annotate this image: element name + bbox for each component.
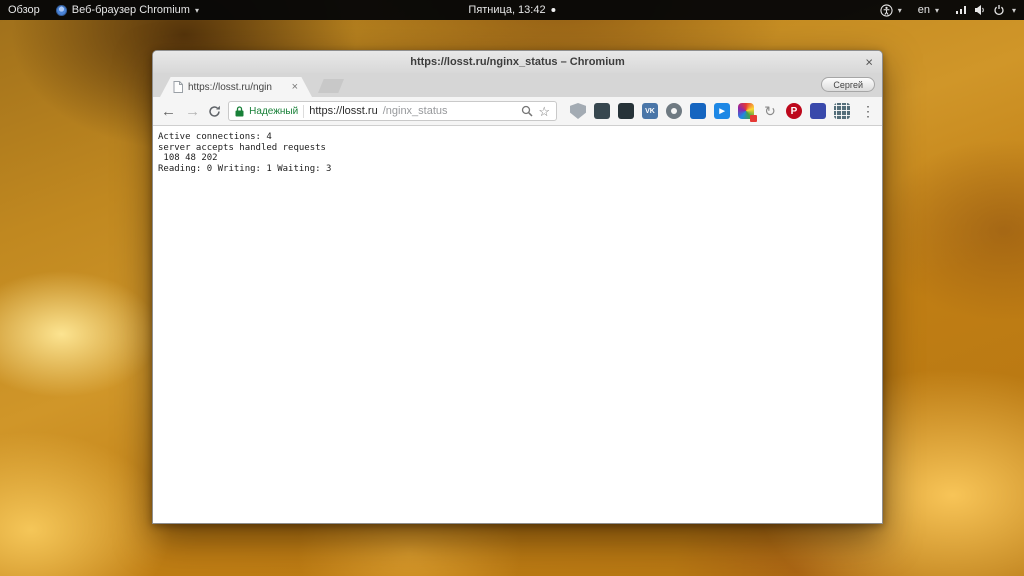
pinterest-extension-icon[interactable]: P xyxy=(786,103,802,119)
page-favicon-icon xyxy=(173,81,183,93)
magnifier-icon[interactable] xyxy=(521,105,533,117)
colorful-extension-icon[interactable] xyxy=(738,103,754,119)
extensions-area: VK ▶ ↻ P xyxy=(570,103,850,119)
forward-button[interactable]: → xyxy=(184,104,201,119)
url-path: /nginx_status xyxy=(383,105,448,117)
app-menu-label: Веб-браузер Chromium xyxy=(72,4,190,16)
power-icon xyxy=(993,4,1005,16)
chromium-app-icon xyxy=(56,5,67,16)
back-button[interactable]: ← xyxy=(160,104,177,119)
new-tab-button[interactable] xyxy=(318,79,344,93)
chevron-down-icon: ▾ xyxy=(898,6,902,15)
translate-extension-icon[interactable]: ▶ xyxy=(714,103,730,119)
browser-tab[interactable]: https://losst.ru/ngin × xyxy=(160,77,312,97)
network-icon xyxy=(955,4,967,16)
reload-icon xyxy=(208,105,221,118)
dark-square-extension-icon[interactable] xyxy=(618,103,634,119)
gear-extension-icon[interactable] xyxy=(666,103,682,119)
nginx-status-text: Active connections: 4 server accepts han… xyxy=(158,132,882,174)
sync-extension-icon[interactable]: ↻ xyxy=(762,103,778,119)
browser-toolbar: ← → Надежный https://losst.ru /nginx_sta… xyxy=(153,97,882,126)
tab-strip: https://losst.ru/ngin × Сергей xyxy=(153,73,882,97)
profile-button[interactable]: Сергей xyxy=(821,77,875,92)
window-title: https://losst.ru/nginx_status – Chromium xyxy=(410,56,625,68)
activities-button[interactable]: Обзор xyxy=(8,0,40,20)
activities-label: Обзор xyxy=(8,4,40,16)
topbar-left: Обзор Веб-браузер Chromium ▾ xyxy=(8,0,199,20)
secure-lock-icon xyxy=(235,106,244,117)
secure-label[interactable]: Надежный xyxy=(249,106,298,117)
vk-extension-icon[interactable]: VK xyxy=(642,103,658,119)
volume-icon xyxy=(974,4,986,16)
keyboard-layout-label: en xyxy=(918,4,930,16)
grid-extension-icon[interactable] xyxy=(834,103,850,119)
topbar-right: ▾ en ▾ ▾ xyxy=(880,0,1016,20)
chevron-down-icon: ▾ xyxy=(1012,6,1016,15)
indigo-extension-icon[interactable] xyxy=(810,103,826,119)
browser-window: https://losst.ru/nginx_status – Chromium… xyxy=(152,50,883,524)
colorful-extension-icon-badge xyxy=(750,115,757,122)
accessibility-icon xyxy=(880,4,893,17)
system-menu-button[interactable]: ▾ xyxy=(955,0,1016,20)
chevron-down-icon: ▾ xyxy=(935,6,939,15)
shield-extension-icon[interactable] xyxy=(570,103,586,119)
page-content: Active connections: 4 server accepts han… xyxy=(153,126,882,523)
tab-close-button[interactable]: × xyxy=(292,81,298,93)
tab-title: https://losst.ru/ngin xyxy=(188,82,287,93)
clock-button[interactable]: Пятница, 13:42 xyxy=(468,0,555,20)
accessibility-menu-button[interactable]: ▾ xyxy=(880,0,902,20)
chevron-down-icon: ▾ xyxy=(195,6,199,15)
blue-extension-icon[interactable] xyxy=(690,103,706,119)
reload-button[interactable] xyxy=(208,105,221,118)
dark-extension-icon[interactable] xyxy=(594,103,610,119)
bookmark-star-icon[interactable]: ☆ xyxy=(538,105,550,118)
keyboard-layout-button[interactable]: en ▾ xyxy=(918,0,939,20)
address-bar[interactable]: Надежный https://losst.ru /nginx_status … xyxy=(228,101,557,121)
window-titlebar[interactable]: https://losst.ru/nginx_status – Chromium… xyxy=(153,51,882,73)
browser-menu-button[interactable]: ⋮ xyxy=(861,104,875,118)
url-host: https://losst.ru xyxy=(309,105,377,117)
omnibox-divider xyxy=(303,105,304,118)
clock-label: Пятница, 13:42 xyxy=(468,4,545,16)
app-menu-button[interactable]: Веб-браузер Chromium ▾ xyxy=(56,0,199,20)
window-close-button[interactable]: × xyxy=(865,56,873,69)
notification-dot-icon xyxy=(552,8,556,12)
gnome-top-bar: Обзор Веб-браузер Chromium ▾ Пятница, 13… xyxy=(0,0,1024,20)
